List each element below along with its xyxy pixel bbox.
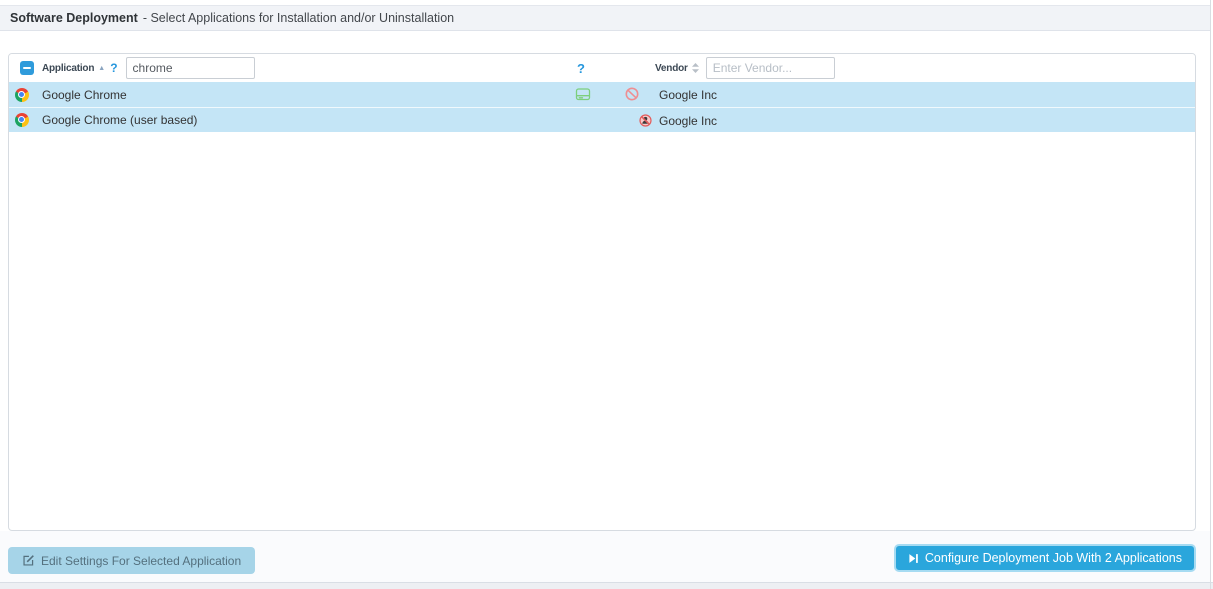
configure-deployment-job-button-label: Configure Deployment Job With 2 Applicat… (925, 551, 1182, 565)
chrome-icon (15, 88, 29, 102)
application-column-label[interactable]: Application (42, 63, 94, 74)
table-row-google-chrome[interactable]: Google Chrome Google Inc (9, 82, 1195, 107)
application-column-header: Application ▲ ? (20, 54, 255, 82)
status-help-icon[interactable]: ? (577, 61, 585, 76)
configure-deployment-job-button[interactable]: Configure Deployment Job With 2 Applicat… (894, 544, 1196, 572)
sort-ascending-icon[interactable]: ▲ (98, 65, 105, 72)
table-header-row: Application ▲ ? ? Vendor (9, 54, 1195, 82)
vendor-filter-input[interactable] (706, 57, 835, 79)
applications-table: Application ▲ ? ? Vendor Google Chrome (8, 53, 1196, 531)
table-row-google-chrome-user-based[interactable]: Google Chrome (user based) Google Inc (9, 107, 1195, 132)
software-deployment-screen: Software Deployment - Select Application… (0, 0, 1213, 589)
bottom-divider (0, 582, 1213, 589)
user-prohibited-icon (639, 114, 652, 127)
footer-bar: Edit Settings For Selected Application C… (0, 531, 1211, 582)
sort-both-icon[interactable] (691, 62, 700, 74)
vendor-name: Google Inc (659, 82, 717, 107)
vendor-column-header: Vendor (655, 54, 835, 82)
edit-settings-button[interactable]: Edit Settings For Selected Application (8, 547, 255, 574)
vendor-column-label[interactable]: Vendor (655, 63, 688, 74)
page-subtitle: - Select Applications for Installation a… (143, 11, 454, 25)
page-title: Software Deployment (10, 11, 138, 25)
edit-pencil-icon (22, 554, 35, 567)
application-filter-input[interactable] (126, 57, 255, 79)
status-column-header: ? (577, 54, 585, 82)
right-edge-border (1210, 0, 1211, 589)
indeterminate-minus-icon (23, 67, 31, 69)
package-available-icon (575, 87, 591, 102)
vendor-name: Google Inc (659, 108, 717, 133)
application-name: Google Chrome (42, 88, 127, 102)
application-name: Google Chrome (user based) (42, 113, 197, 127)
page-header: Software Deployment - Select Application… (0, 5, 1211, 31)
step-forward-icon (908, 553, 919, 564)
chrome-icon (15, 113, 29, 127)
prohibited-icon (625, 87, 639, 101)
select-all-checkbox[interactable] (20, 61, 34, 75)
application-help-icon[interactable]: ? (110, 61, 117, 75)
edit-settings-button-label: Edit Settings For Selected Application (41, 554, 241, 568)
